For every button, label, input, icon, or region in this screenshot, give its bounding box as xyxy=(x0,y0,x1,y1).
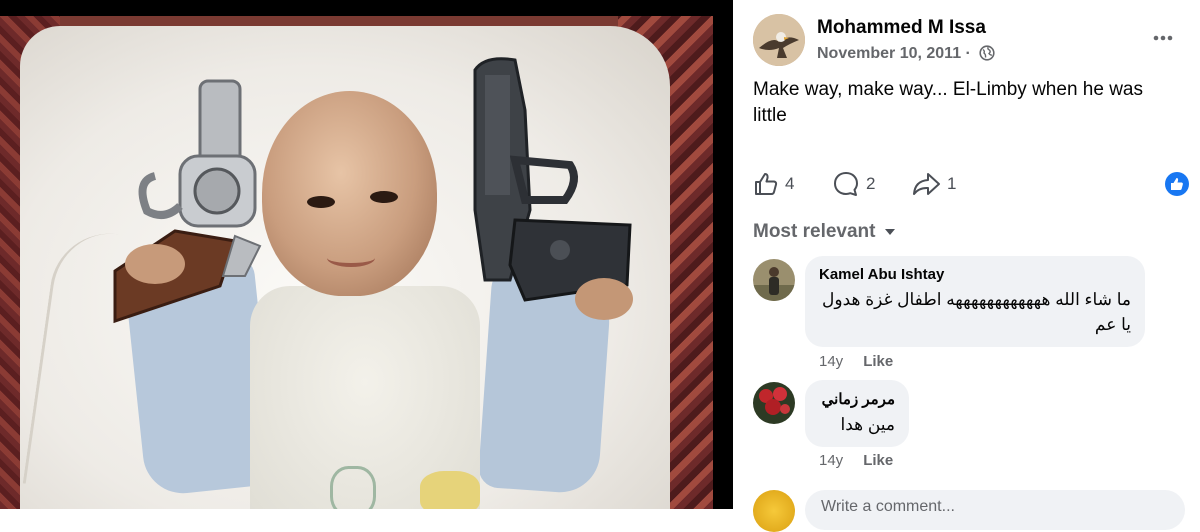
share-count: 1 xyxy=(947,174,957,193)
like-reaction-icon xyxy=(1171,178,1183,190)
like-count: 4 xyxy=(785,174,795,193)
comment-age[interactable]: 14y xyxy=(819,452,843,469)
caret-down-icon xyxy=(885,229,896,235)
post-date-text[interactable]: November 10, 2011 xyxy=(817,45,961,62)
roses-photo-icon xyxy=(753,382,795,424)
like-button[interactable]: 4 xyxy=(753,170,794,198)
revolver-image xyxy=(113,79,262,324)
comment-like-button[interactable]: Like xyxy=(863,353,893,370)
baby-hand xyxy=(575,278,633,320)
pistol-image xyxy=(473,57,632,302)
current-user-avatar[interactable] xyxy=(753,490,795,532)
more-horizontal-icon xyxy=(1153,35,1173,41)
commenter-avatar[interactable] xyxy=(753,382,795,424)
comment-meta: 14y Like xyxy=(819,452,893,469)
comment-text: ما شاء الله ههههههههههههه اطفال غزة هدول… xyxy=(822,290,1131,334)
comment-bubble-icon xyxy=(834,172,858,196)
baby-eye xyxy=(370,191,398,203)
more-options-button[interactable] xyxy=(1149,24,1177,52)
comment-age[interactable]: 14y xyxy=(819,353,843,370)
comment-input[interactable]: Write a comment... xyxy=(805,490,1185,530)
comment-bubble: مرمر زماني مين هدا xyxy=(805,380,909,447)
bib-pattern xyxy=(330,466,376,509)
post-photo[interactable] xyxy=(0,16,713,509)
thumbs-up-icon xyxy=(755,173,778,195)
baby-mouth xyxy=(327,249,375,267)
share-button[interactable]: 1 xyxy=(911,170,956,198)
baby-hand xyxy=(125,244,185,284)
comment-like-button[interactable]: Like xyxy=(863,452,893,469)
person-photo-icon xyxy=(753,259,795,301)
comment-button[interactable]: 2 xyxy=(832,170,875,198)
author-avatar[interactable] xyxy=(753,14,805,66)
post-timestamp[interactable]: November 10, 2011 · xyxy=(817,45,995,63)
commenter-name[interactable]: مرمر زماني xyxy=(819,390,895,408)
post-caption: Make way, make way... El-Limby when he w… xyxy=(753,79,1143,126)
separator-dot: · xyxy=(965,45,971,62)
baby-eye xyxy=(307,196,335,208)
comment-text: مين هدا xyxy=(840,415,895,434)
comment-bubble: Kamel Abu Ishtay ما شاء الله ههههههههههه… xyxy=(805,256,1145,347)
comment-sort-dropdown[interactable]: Most relevant xyxy=(753,221,896,243)
commenter-avatar[interactable] xyxy=(753,259,795,301)
comment-sort-label: Most relevant xyxy=(753,221,876,242)
like-reaction-badge[interactable] xyxy=(1165,172,1189,196)
eagle-avatar-icon xyxy=(753,14,805,66)
bib-pattern xyxy=(420,471,480,509)
globe-icon[interactable] xyxy=(979,45,995,61)
comment-meta: 14y Like xyxy=(819,353,893,370)
comment-count: 2 xyxy=(866,174,876,193)
commenter-name[interactable]: Kamel Abu Ishtay xyxy=(819,266,1131,283)
share-arrow-icon xyxy=(913,173,940,195)
author-name[interactable]: Mohammed M Issa xyxy=(817,17,986,39)
post-photo-panel[interactable] xyxy=(0,0,733,509)
